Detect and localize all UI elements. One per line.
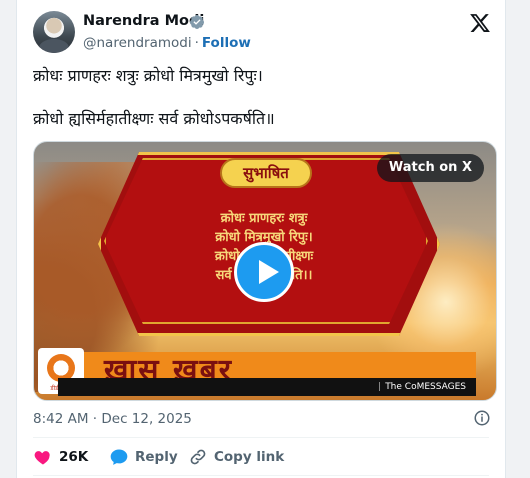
ticker-separator: | [378,382,382,392]
author-handle: @narendramodi · Follow [83,35,251,51]
info-icon[interactable] [473,409,491,427]
divider [33,437,489,438]
post-text-line-1: क्रोधः प्राणहरः शत्रुः क्रोधो मित्रमुखो … [33,66,263,85]
bottom-divider [33,475,489,476]
copy-link-label: Copy link [214,449,285,465]
news-ticker: | The CoMESSAGES [58,378,476,396]
like-count: 26K [59,449,89,465]
follow-button[interactable]: Follow [202,35,251,51]
heart-icon [34,451,50,465]
ticker-messages: MESSAGES [416,382,466,392]
subhashit-badge: सुभाषित [220,158,312,188]
play-icon[interactable] [234,242,294,302]
reply-icon [110,449,128,465]
handle-text[interactable]: @narendramodi [83,35,192,51]
copy-link-button[interactable]: Copy link [188,447,284,467]
watch-on-x-button[interactable]: Watch on X [376,154,484,182]
reply-button[interactable]: Reply [109,447,178,467]
post-card: Narendra Modi @narendramodi · Follow क्रोध… [16,0,506,478]
ticker-text: The Co [385,382,417,392]
x-logo-icon[interactable] [469,12,491,34]
verified-badge-icon [189,15,204,29]
like-button[interactable]: 26K [33,447,88,467]
post-timestamp[interactable]: 8:42 AM · Dec 12, 2025 [33,411,192,427]
link-icon [190,449,206,465]
video-player[interactable]: सुभाषित क्रोधः प्राणहरः शत्रुः क्रोधो मि… [33,141,497,401]
reply-label: Reply [135,449,178,465]
author-name[interactable]: Narendra Modi [83,13,204,29]
verse-line: क्रोधः प्राणहरः शत्रुः [220,211,308,226]
separator: · [194,35,199,51]
post-text-line-2: क्रोधो ह्यसिर्महातीक्ष्णः सर्व क्रोधोऽपक… [33,109,275,128]
avatar[interactable] [33,11,75,53]
